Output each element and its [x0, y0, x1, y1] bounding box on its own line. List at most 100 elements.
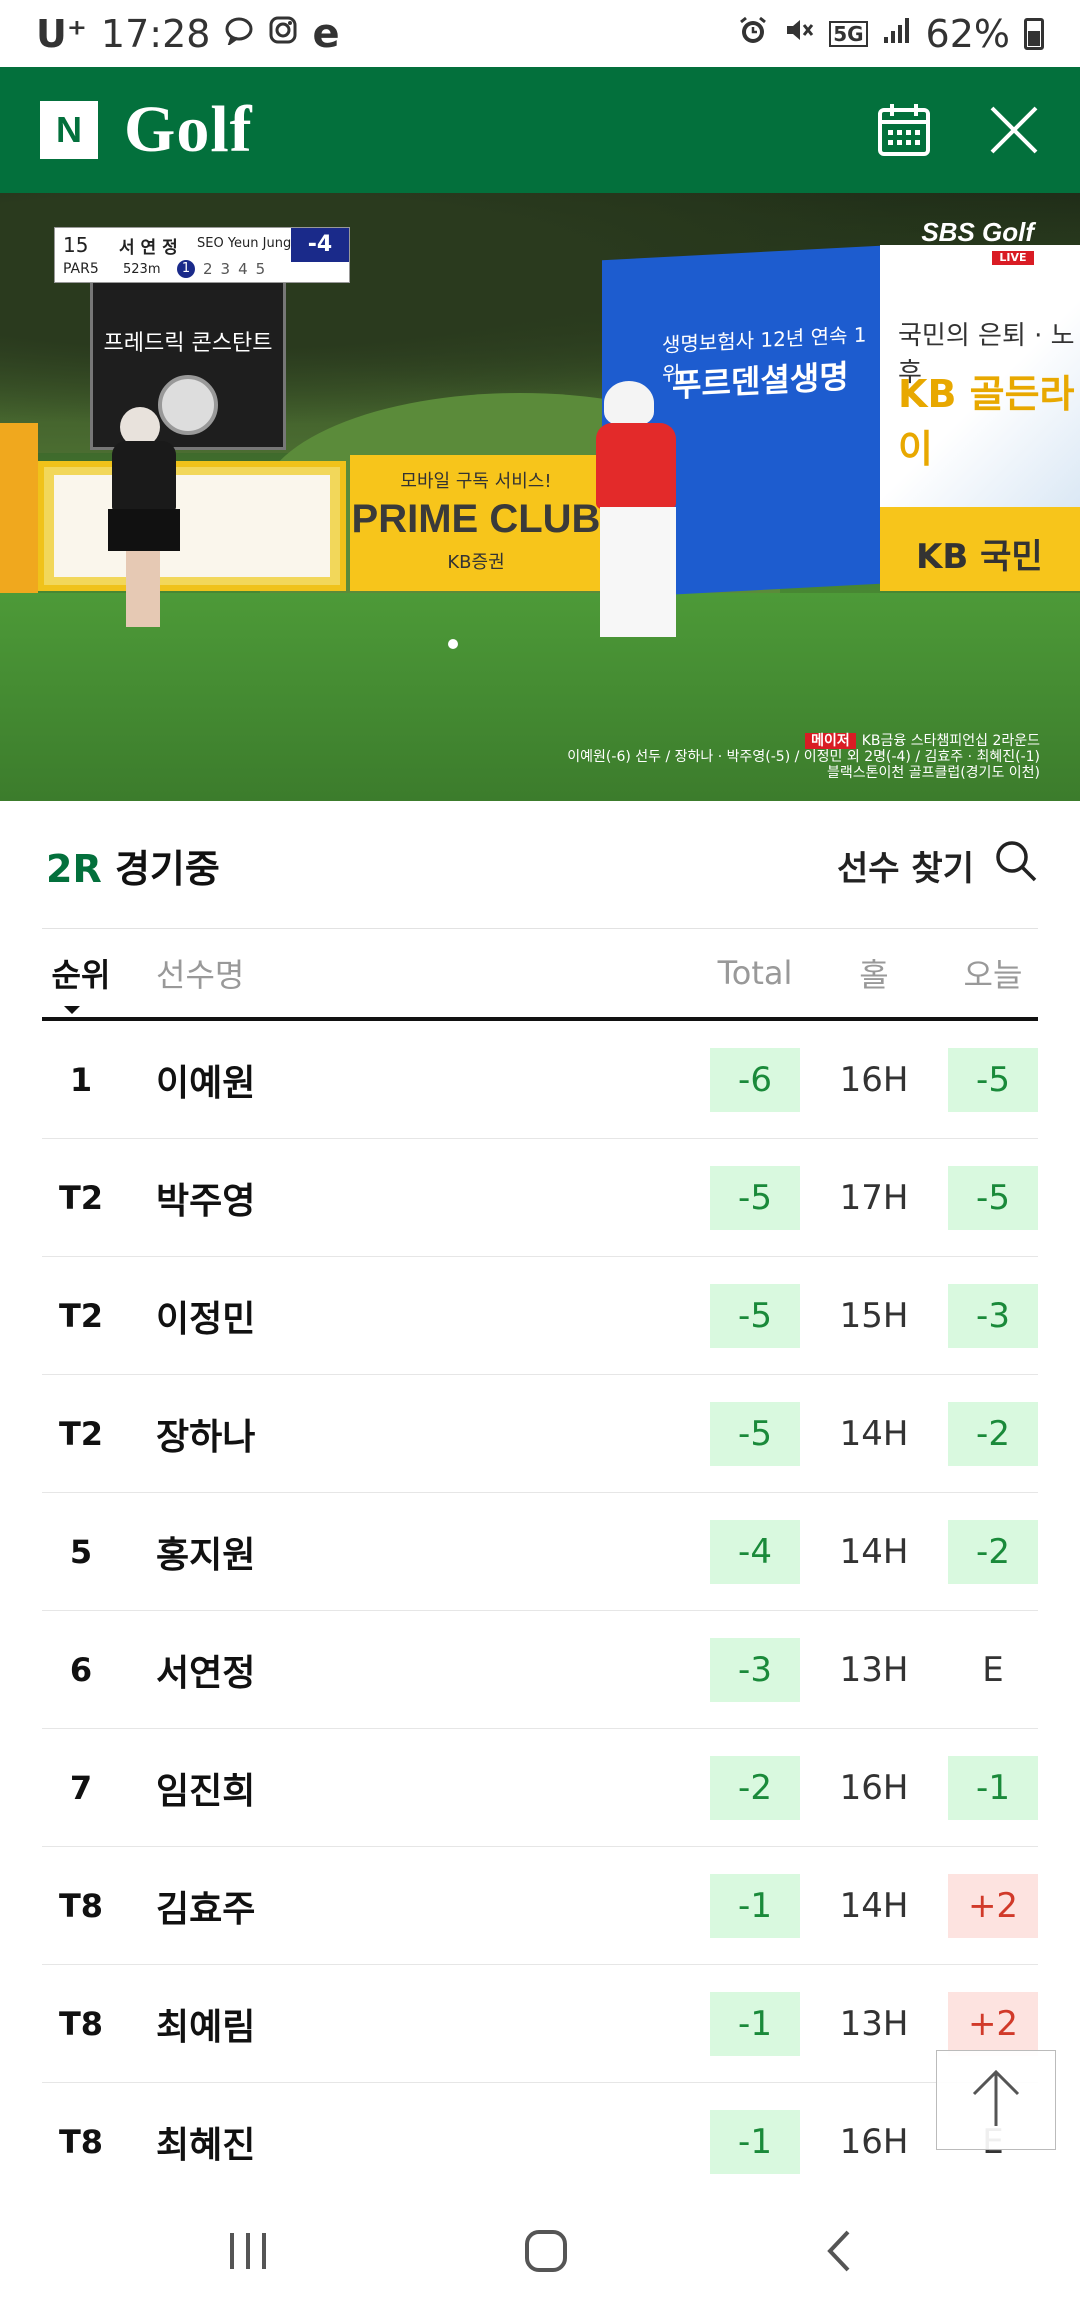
battery-icon: [1024, 17, 1044, 50]
row-rank: T2: [58, 1178, 104, 1217]
instagram-icon: [268, 15, 298, 53]
mute-icon: [783, 14, 815, 54]
player-search-label: 선수 찾기: [837, 848, 974, 889]
column-name: 선수명: [156, 956, 245, 994]
spectator-figure: [0, 423, 38, 593]
clock-time: 17:28: [100, 11, 211, 56]
row-rank: 7: [69, 1768, 93, 1807]
player-search-button[interactable]: 선수 찾기: [837, 839, 1038, 892]
recent-apps-icon[interactable]: [226, 2229, 270, 2277]
system-nav-bar: [0, 2190, 1080, 2316]
row-today-score: -2: [948, 1519, 1038, 1584]
ticker-standings: 이예원(-6) 선두 / 장하나 · 박주영(-5) / 이정민 외 2명(-4…: [567, 749, 1040, 765]
overlay-shot: 3: [220, 260, 231, 278]
row-total-score: -2: [710, 1755, 800, 1820]
round-state: 경기중: [114, 846, 220, 891]
overlay-par: PAR5: [63, 261, 99, 277]
row-total-score: -5: [710, 1283, 800, 1348]
ticker-title: KB금융 스타챔피언십 2라운드: [861, 733, 1040, 749]
row-hole: 13H: [839, 1649, 909, 1690]
row-player-name: 최예림: [156, 2006, 256, 2048]
prime-club-banner: 모바일 구독 서비스! PRIME CLUB KB증권: [350, 455, 602, 591]
row-today-score: -5: [948, 1165, 1038, 1230]
row-total-score: -1: [710, 1991, 800, 2056]
overlay-shot: 2: [203, 260, 213, 278]
overlay-shot: 1: [177, 260, 195, 278]
app-title: Golf: [124, 93, 253, 166]
table-row[interactable]: T8 최혜진 -1 16H E: [42, 2083, 1038, 2201]
column-total: Total: [717, 954, 793, 992]
column-rank-sort[interactable]: 순위: [42, 950, 120, 1014]
row-hole: 16H: [839, 2122, 909, 2162]
watch-banner: [38, 461, 346, 591]
overlay-shot: 4: [238, 260, 248, 278]
table-header: 순위 선수명 Total 홀 오늘: [42, 929, 1038, 1021]
score-overlay: 15 PAR5 서 연 정 SEO Yeun Jung 523m 1 2 3 4…: [54, 227, 350, 283]
row-today-score: -5: [948, 1047, 1038, 1112]
row-hole: 16H: [839, 1767, 909, 1808]
prime-banner-tagline: 모바일 구독 서비스!: [400, 471, 552, 492]
close-icon[interactable]: [988, 104, 1040, 156]
live-video-player[interactable]: 프레드릭 콘스탄트 모바일 구독 서비스! PRIME CLUB KB증권 생명…: [0, 193, 1080, 801]
round-status: 2R 경기중: [46, 838, 220, 893]
row-hole: 13H: [839, 2003, 909, 2044]
overlay-shot: 5: [255, 260, 266, 278]
home-icon[interactable]: [523, 2228, 569, 2278]
row-total-score: -5: [710, 1401, 800, 1466]
row-today-score: +2: [948, 1873, 1038, 1938]
kb-banner-line2: KB 골든라이: [898, 372, 1075, 471]
table-row[interactable]: T8 김효주 -1 14H +2: [42, 1847, 1038, 1965]
broadcast-ticker: 메이저 KB금융 스타챔피언십 2라운드 이예원(-6) 선두 / 장하나 · 박…: [567, 733, 1040, 781]
row-rank: T8: [58, 1886, 104, 1925]
scroll-to-top-button[interactable]: [936, 2050, 1056, 2150]
row-today-score: -2: [948, 1401, 1038, 1466]
row-player-name: 홍지원: [156, 1534, 256, 1576]
e-app-icon: e: [312, 10, 340, 57]
table-row[interactable]: T8 최예림 -1 13H +2: [42, 1965, 1038, 2083]
table-row[interactable]: T2 장하나 -5 14H -2: [42, 1375, 1038, 1493]
back-icon[interactable]: [822, 2228, 854, 2278]
golfer-left: [104, 401, 184, 631]
carrier-label: U⁺: [36, 11, 87, 56]
table-row[interactable]: T2 이정민 -5 15H -3: [42, 1257, 1038, 1375]
row-player-name: 김효주: [156, 1888, 256, 1930]
row-player-name: 임진희: [156, 1770, 256, 1812]
prudential-banner-line2: 푸르덴셜생명: [672, 357, 849, 405]
naver-logo[interactable]: N: [40, 101, 98, 159]
overlay-player-name-en: SEO Yeun Jung: [197, 236, 292, 251]
alarm-icon: [737, 14, 769, 54]
round-number: 2R: [46, 846, 102, 891]
row-total-score: -3: [710, 1637, 800, 1702]
table-row[interactable]: 7 임진희 -2 16H -1: [42, 1729, 1038, 1847]
row-rank: 1: [69, 1060, 93, 1099]
row-today-score: +2: [948, 1991, 1038, 2056]
overlay-distance: 523m: [123, 262, 161, 277]
prime-banner-title: PRIME CLUB: [351, 497, 601, 541]
row-today-score: E: [982, 1649, 1004, 1690]
table-row[interactable]: T2 박주영 -5 17H -5: [42, 1139, 1038, 1257]
row-rank: T8: [58, 2004, 104, 2043]
calendar-icon[interactable]: [876, 102, 932, 158]
table-row[interactable]: 1 이예원 -6 16H -5: [42, 1021, 1038, 1139]
row-hole: 16H: [839, 1059, 909, 1100]
row-hole: 14H: [839, 1413, 909, 1454]
row-rank: T8: [58, 2123, 104, 2161]
row-player-name: 최혜진: [156, 2125, 256, 2166]
row-player-name: 서연정: [156, 1652, 256, 1694]
row-rank: T2: [58, 1414, 104, 1453]
search-icon: [994, 839, 1038, 892]
row-total-score: -1: [710, 1873, 800, 1938]
row-total-score: -6: [710, 1047, 800, 1112]
table-row[interactable]: 6 서연정 -3 13H E: [42, 1611, 1038, 1729]
kb-banner: 국민의 은퇴 · 노후 KB 골든라이 KB 국민: [880, 245, 1080, 591]
row-hole: 17H: [839, 1177, 909, 1218]
row-player-name: 박주영: [156, 1180, 256, 1222]
signal-icon: [882, 15, 912, 53]
live-badge: LIVE: [992, 251, 1034, 265]
ticker-tag: 메이저: [805, 733, 856, 749]
table-row[interactable]: 5 홍지원 -4 14H -2: [42, 1493, 1038, 1611]
status-bar: U⁺ 17:28 e 5G 62%: [0, 0, 1080, 67]
column-hole: 홀: [859, 956, 889, 994]
row-today-score: -3: [948, 1283, 1038, 1348]
leaderboard-header: 2R 경기중 선수 찾기: [0, 801, 1080, 929]
